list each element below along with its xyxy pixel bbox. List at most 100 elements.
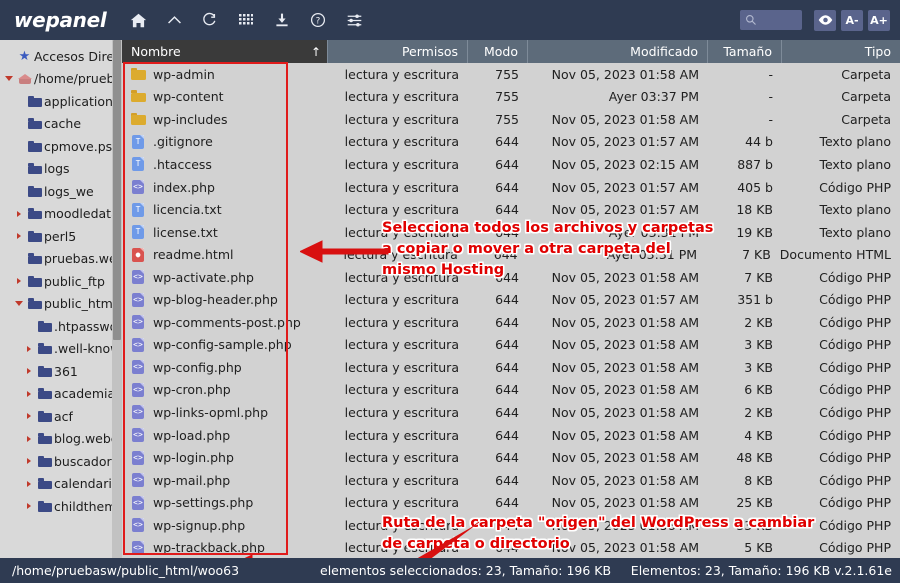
column-header-modificado[interactable]: Modificado bbox=[528, 40, 708, 63]
table-row[interactable]: T .htaccess lectura y escritura 644 Nov 05, … bbox=[122, 153, 900, 176]
table-row[interactable]: <> wp-login.php lectura y escritura 644 Nov … bbox=[122, 446, 900, 469]
column-header-tamano[interactable]: Tamaño bbox=[708, 40, 782, 63]
modified-cell: Nov 05, 2023 01:58 AM bbox=[551, 359, 699, 375]
sidebar-item-home-prueba[interactable]: /home/prueba bbox=[0, 68, 112, 91]
chevron-down-icon[interactable] bbox=[2, 76, 15, 82]
sidebar-item-buscadorw[interactable]: buscadorw bbox=[0, 450, 112, 473]
file-name-cell[interactable]: wp-content bbox=[122, 89, 328, 104]
search-input[interactable] bbox=[740, 10, 802, 30]
file-name-cell[interactable]: <> wp-config.php bbox=[122, 360, 328, 375]
file-name-cell[interactable]: <> wp-trackback.php bbox=[122, 540, 328, 555]
home-icon[interactable] bbox=[123, 5, 153, 35]
file-name-cell[interactable]: <> wp-activate.php bbox=[122, 270, 328, 285]
app-logo[interactable]: wepanel bbox=[14, 8, 107, 32]
permissions-cell: lectura y escritura bbox=[344, 202, 459, 218]
chevron-right-icon[interactable] bbox=[22, 368, 35, 375]
refresh-icon[interactable] bbox=[195, 5, 225, 35]
chevron-right-icon[interactable] bbox=[12, 210, 25, 217]
file-name-cell[interactable]: <> wp-load.php bbox=[122, 428, 328, 443]
table-row[interactable]: <> wp-blog-header.php lectura y escritura 6… bbox=[122, 288, 900, 311]
file-name-cell[interactable]: T .htaccess bbox=[122, 157, 328, 172]
column-header-modo[interactable]: Modo bbox=[468, 40, 528, 63]
table-row[interactable]: <> wp-settings.php lectura y escritura 644 N… bbox=[122, 491, 900, 514]
chevron-down-icon[interactable] bbox=[12, 301, 25, 307]
sidebar-item-cpmove-psql[interactable]: cpmove.psql bbox=[0, 135, 112, 158]
horizontal-scrollbar-sidebar[interactable] bbox=[112, 40, 122, 558]
sidebar-item-well-know[interactable]: .well-know bbox=[0, 338, 112, 361]
file-name-cell[interactable]: <> wp-cron.php bbox=[122, 382, 328, 397]
sidebar-item-htpasswd[interactable]: .htpasswd bbox=[0, 315, 112, 338]
sidebar-item-public-ftp[interactable]: public_ftp bbox=[0, 270, 112, 293]
font-increase-button[interactable]: A+ bbox=[868, 9, 890, 31]
chevron-right-icon[interactable] bbox=[22, 480, 35, 487]
table-row[interactable]: <> index.php lectura y escritura 644 Nov 05,… bbox=[122, 176, 900, 199]
sidebar-item-blog-weber[interactable]: blog.weber bbox=[0, 428, 112, 451]
sidebar-item-accesos-direct[interactable]: ★Accesos Direct bbox=[0, 45, 112, 68]
preview-eye-icon[interactable] bbox=[814, 9, 836, 31]
directory-tree-sidebar[interactable]: ★Accesos Direct/home/prueba application_c… bbox=[0, 40, 112, 558]
download-icon[interactable] bbox=[267, 5, 297, 35]
chevron-right-icon[interactable] bbox=[22, 413, 35, 420]
file-name-cell[interactable]: T .gitignore bbox=[122, 134, 328, 149]
sidebar-item-calendario[interactable]: calendario bbox=[0, 473, 112, 496]
file-name-cell[interactable]: <> index.php bbox=[122, 180, 328, 195]
file-name-cell[interactable]: <> wp-config-sample.php bbox=[122, 337, 328, 352]
file-name-cell[interactable]: Tlicense.txt bbox=[122, 225, 328, 240]
table-row[interactable]: <> wp-config-sample.php lectura y escritur… bbox=[122, 334, 900, 357]
file-name-cell[interactable]: <> wp-links-opml.php bbox=[122, 405, 328, 420]
sidebar-item-logs-we[interactable]: logs_we bbox=[0, 180, 112, 203]
table-row[interactable]: <> wp-config.php lectura y escritura 644 Nov… bbox=[122, 356, 900, 379]
sidebar-item-moodledata[interactable]: moodledata bbox=[0, 203, 112, 226]
table-row[interactable]: <> wp-cron.php lectura y escritura 644 Nov 0… bbox=[122, 379, 900, 402]
file-name-cell[interactable]: <> wp-blog-header.php bbox=[122, 292, 328, 307]
grid-icon[interactable] bbox=[231, 5, 261, 35]
scrollbar-thumb[interactable] bbox=[113, 40, 121, 340]
font-decrease-button[interactable]: A- bbox=[841, 9, 863, 31]
chevron-right-icon[interactable] bbox=[22, 458, 35, 465]
file-name-cell[interactable]: wp-includes bbox=[122, 112, 328, 127]
sidebar-item-academia[interactable]: academia bbox=[0, 383, 112, 406]
file-name-cell[interactable]: <> wp-login.php bbox=[122, 450, 328, 465]
table-row[interactable]: <> wp-comments-post.php lectura y escritur… bbox=[122, 311, 900, 334]
chevron-right-icon[interactable] bbox=[22, 390, 35, 397]
file-name-cell[interactable]: Tlicencia.txt bbox=[122, 202, 328, 217]
table-row[interactable]: <> wp-mail.php lectura y escritura 644 Nov 0… bbox=[122, 469, 900, 492]
chevron-right-icon[interactable] bbox=[22, 345, 35, 352]
modified-cell: Nov 05, 2023 01:58 AM bbox=[551, 382, 699, 398]
table-row[interactable]: wp-includes lectura y escritura 755 Nov 05,… bbox=[122, 108, 900, 131]
table-row[interactable]: T .gitignore lectura y escritura 644 Nov 05,… bbox=[122, 131, 900, 154]
column-header-tipo[interactable]: Tipo bbox=[782, 40, 900, 63]
table-row[interactable]: <> wp-links-opml.php lectura y escritura 64… bbox=[122, 401, 900, 424]
chevron-right-icon[interactable] bbox=[22, 503, 35, 510]
help-icon[interactable]: ? bbox=[303, 5, 333, 35]
sidebar-item-cache[interactable]: cache bbox=[0, 113, 112, 136]
settings-sliders-icon[interactable] bbox=[339, 5, 369, 35]
column-header-nombre[interactable]: Nombre ↑ bbox=[122, 40, 328, 63]
file-name-cell[interactable]: wp-admin bbox=[122, 67, 328, 82]
sidebar-item-label: childtheme bbox=[54, 498, 112, 514]
type-cell: Código PHP bbox=[819, 292, 891, 308]
file-name-cell[interactable]: <> wp-mail.php bbox=[122, 473, 328, 488]
sidebar-item-public-html[interactable]: public_html bbox=[0, 293, 112, 316]
chevron-right-icon[interactable] bbox=[22, 435, 35, 442]
file-name-label: readme.html bbox=[153, 247, 234, 263]
sidebar-item-pruebas-web[interactable]: pruebas.web bbox=[0, 248, 112, 271]
file-name-cell[interactable]: <> wp-comments-post.php bbox=[122, 315, 328, 330]
table-row[interactable]: wp-admin lectura y escritura 755 Nov 05, 20… bbox=[122, 63, 900, 86]
sidebar-item-acf[interactable]: acf bbox=[0, 405, 112, 428]
chevron-right-icon[interactable] bbox=[12, 278, 25, 285]
chevron-right-icon[interactable] bbox=[12, 233, 25, 240]
column-header-permisos[interactable]: Permisos bbox=[328, 40, 468, 63]
file-name-cell[interactable]: <> wp-signup.php bbox=[122, 518, 328, 533]
file-name-cell[interactable]: <> wp-settings.php bbox=[122, 495, 328, 510]
table-row[interactable]: wp-content lectura y escritura 755 Ayer 03:… bbox=[122, 86, 900, 109]
file-name-cell[interactable]: ● readme.html bbox=[122, 247, 327, 262]
table-row[interactable]: <> wp-load.php lectura y escritura 644 Nov 0… bbox=[122, 424, 900, 447]
sidebar-item-application[interactable]: application_ bbox=[0, 90, 112, 113]
chevron-up-icon[interactable] bbox=[159, 5, 189, 35]
sidebar-item-perl5[interactable]: perl5 bbox=[0, 225, 112, 248]
modified-cell: Nov 05, 2023 01:58 AM bbox=[551, 427, 699, 443]
sidebar-item-361[interactable]: 361 bbox=[0, 360, 112, 383]
sidebar-item-childtheme[interactable]: childtheme bbox=[0, 495, 112, 518]
sidebar-item-logs[interactable]: logs bbox=[0, 158, 112, 181]
